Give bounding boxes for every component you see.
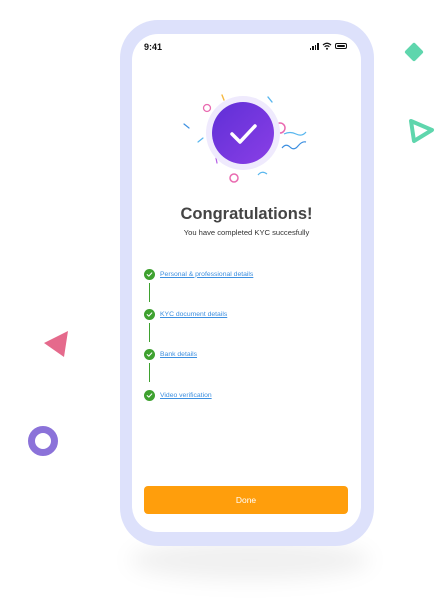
step-label[interactable]: Bank details xyxy=(160,351,197,358)
check-circle-icon xyxy=(144,268,155,280)
step-video-verification[interactable]: Video verification xyxy=(144,389,212,401)
status-time: 9:41 xyxy=(144,42,163,52)
step-connector xyxy=(149,363,150,382)
diamond-shape xyxy=(404,42,424,62)
phone-shadow xyxy=(130,540,370,580)
check-icon xyxy=(230,124,257,144)
check-circle-icon xyxy=(144,348,155,360)
step-label[interactable]: KYC document details xyxy=(160,311,227,318)
cellular-signal-icon xyxy=(309,43,319,50)
status-icons xyxy=(309,42,347,50)
step-connector xyxy=(149,323,150,342)
status-bar: 9:41 xyxy=(132,34,361,60)
step-bank-details[interactable]: Bank details xyxy=(144,348,197,360)
play-triangle-shape xyxy=(409,119,434,143)
success-illustration xyxy=(172,90,322,190)
step-label[interactable]: Video verification xyxy=(160,392,212,399)
wifi-icon xyxy=(322,42,332,50)
step-label[interactable]: Personal & professional details xyxy=(160,271,253,278)
battery-icon xyxy=(335,43,347,49)
page-subtitle: You have completed KYC succesfully xyxy=(183,228,310,237)
step-kyc-documents[interactable]: KYC document details xyxy=(144,308,227,320)
step-connector xyxy=(149,283,150,302)
done-button[interactable]: Done xyxy=(144,486,348,514)
step-personal-details[interactable]: Personal & professional details xyxy=(144,268,253,280)
check-circle-icon xyxy=(144,389,155,401)
success-badge xyxy=(212,102,274,164)
page-title: Congratulations! xyxy=(180,205,313,223)
check-circle-icon xyxy=(144,308,155,320)
ring-shape xyxy=(28,426,58,456)
phone-screen: 9:41 Congratulations! You have completed… xyxy=(132,34,361,532)
triangle-shape xyxy=(44,331,68,357)
